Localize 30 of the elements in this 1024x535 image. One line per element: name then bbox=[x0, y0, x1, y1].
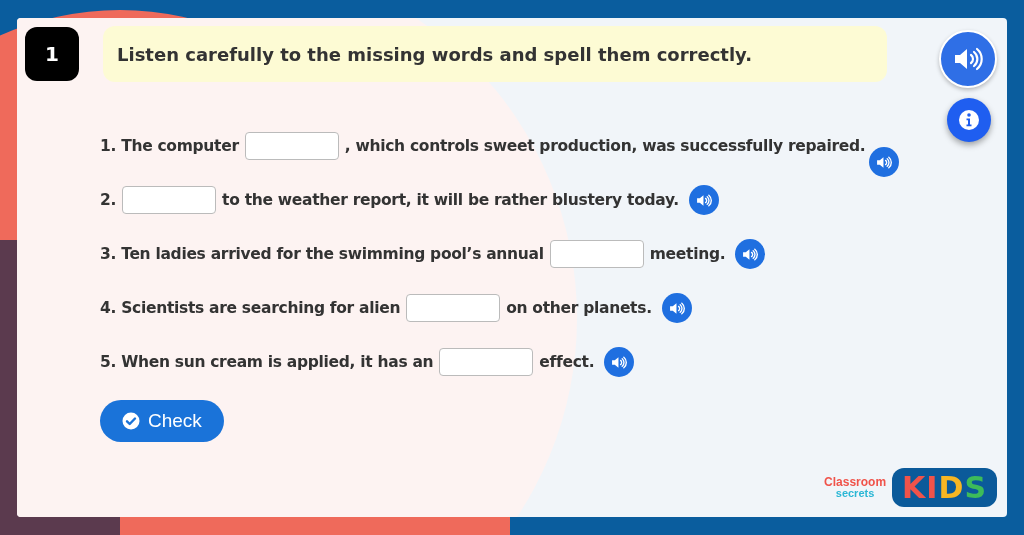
check-button[interactable]: Check bbox=[100, 400, 224, 442]
speaker-icon bbox=[742, 247, 759, 261]
info-icon bbox=[958, 109, 980, 131]
audio-button[interactable] bbox=[939, 30, 997, 88]
sentence-text: 4. Scientists are searching for alien bbox=[100, 299, 401, 317]
classroom-secrets-logo: Classroom secrets bbox=[824, 476, 887, 499]
sentence-text: 3. Ten ladies arrived for the swimming pool’s annual bbox=[100, 245, 544, 263]
audio-button[interactable] bbox=[735, 239, 766, 269]
kids-logo: KIDS bbox=[892, 468, 997, 507]
sentence-text: 2. bbox=[100, 191, 117, 209]
sentence-text: 1. The computer bbox=[100, 137, 239, 155]
speaker-icon bbox=[876, 155, 893, 169]
instruction-text: Listen carefully to the missing words and spell them correctly. bbox=[103, 26, 887, 82]
sentence-text: meeting. bbox=[649, 245, 726, 263]
speaker-icon bbox=[668, 301, 685, 315]
sentence-text: to the weather report, it will be rather blustery today. bbox=[222, 191, 679, 209]
speaker-icon bbox=[611, 355, 628, 369]
info-button[interactable] bbox=[947, 98, 991, 142]
speaker-icon bbox=[695, 193, 712, 207]
check-circle-icon bbox=[122, 412, 140, 430]
sentence-text: , which controls sweet production, was successfully repaired. bbox=[344, 137, 866, 155]
audio-button[interactable] bbox=[661, 293, 692, 323]
sentence-text: 5. When sun cream is applied, it has an bbox=[100, 353, 434, 371]
audio-button[interactable] bbox=[604, 347, 635, 377]
sentence-text: effect. bbox=[539, 353, 595, 371]
audio-button[interactable] bbox=[869, 147, 900, 177]
sentence-text: on other planets. bbox=[506, 299, 652, 317]
audio-button[interactable] bbox=[688, 185, 719, 215]
speaker-icon bbox=[953, 47, 983, 71]
question-number: 1 bbox=[25, 27, 79, 81]
